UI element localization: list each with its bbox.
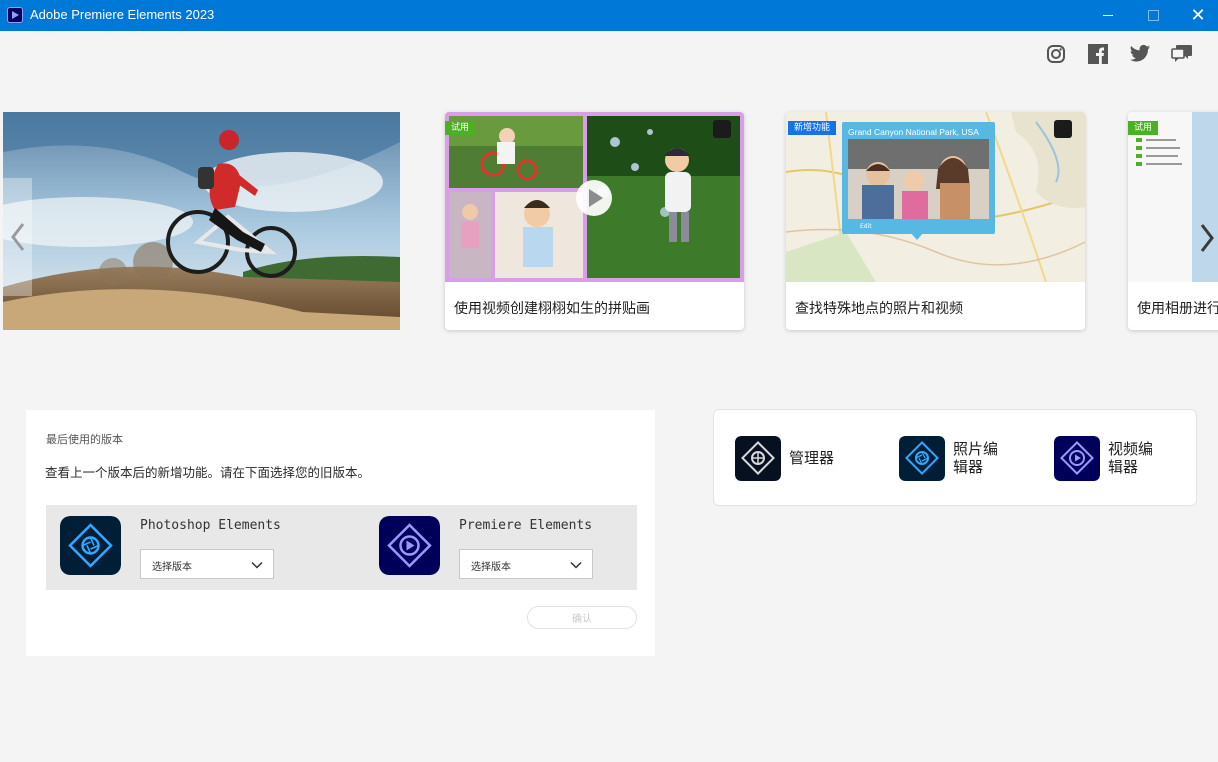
launcher-panel: 管理器 照片编 辑器 视频编 辑器 bbox=[713, 409, 1197, 506]
launcher-label: 管理器 bbox=[789, 449, 835, 467]
card-caption: 使用相册进行 bbox=[1137, 301, 1218, 317]
premiere-elements-small-icon bbox=[713, 120, 731, 138]
launcher-label: 辑器 bbox=[953, 458, 984, 476]
launcher-label: 辑器 bbox=[1108, 458, 1139, 476]
launcher-label: 视频编 bbox=[1108, 440, 1154, 458]
photoshop-elements-icon bbox=[60, 516, 121, 575]
photo-editor-launch-button[interactable]: 照片编 辑器 bbox=[899, 436, 1019, 482]
product-name: Premiere Elements bbox=[459, 518, 593, 533]
panel-heading: 最后使用的版本 bbox=[46, 433, 123, 446]
map-thumbnail: 新增功能 Grand Canyon National Park, USA Edi… bbox=[786, 112, 1085, 282]
family-photo bbox=[848, 139, 989, 219]
video-editor-launch-button[interactable]: 视频编 辑器 bbox=[1054, 436, 1174, 482]
feature-card-video-collage[interactable]: 试用 使用视频创建栩栩如生的拼贴画 bbox=[445, 112, 744, 330]
try-badge: 试用 bbox=[445, 121, 476, 135]
window-title: Adobe Premiere Elements 2023 bbox=[30, 7, 215, 22]
select-label: 选择版本 bbox=[471, 562, 511, 573]
premiere-elements-small-icon bbox=[1054, 120, 1072, 138]
card-caption: 查找特殊地点的照片和视频 bbox=[795, 301, 963, 317]
title-bar: Adobe Premiere Elements 2023 ✕ bbox=[0, 0, 1218, 31]
organizer-icon bbox=[735, 436, 781, 481]
feature-card-places[interactable]: 新增功能 Grand Canyon National Park, USA Edi… bbox=[786, 112, 1085, 330]
mountain-bike-photo bbox=[3, 112, 400, 330]
confirm-button[interactable]: 确认 bbox=[527, 606, 637, 629]
photoshop-version-select[interactable]: 选择版本 bbox=[140, 549, 274, 579]
chevron-down-icon bbox=[251, 561, 263, 569]
collage-thumbnail: 试用 bbox=[445, 112, 744, 282]
photo-editor-icon bbox=[899, 436, 945, 481]
new-feature-badge: 新增功能 bbox=[788, 121, 837, 135]
map-edit-label: Edit bbox=[860, 223, 872, 230]
previous-versions-panel: 最后使用的版本 查看上一个版本后的新增功能。请在下面选择您的旧版本。 Photo… bbox=[26, 410, 655, 656]
chevron-down-icon bbox=[570, 561, 582, 569]
product-name: Photoshop Elements bbox=[140, 518, 281, 533]
premiere-version-select[interactable]: 选择版本 bbox=[459, 549, 593, 579]
organizer-launch-button[interactable]: 管理器 bbox=[735, 436, 855, 482]
video-editor-icon bbox=[1054, 436, 1100, 481]
instagram-icon[interactable] bbox=[1045, 44, 1067, 64]
maximize-button[interactable] bbox=[1130, 0, 1176, 31]
close-button[interactable]: ✕ bbox=[1175, 0, 1218, 31]
popup-pointer bbox=[910, 232, 924, 240]
carousel-next-button[interactable] bbox=[1196, 218, 1218, 258]
facebook-icon[interactable] bbox=[1087, 44, 1109, 64]
product-selector-row: Photoshop Elements 选择版本 Premiere Element… bbox=[46, 505, 637, 590]
card-caption: 使用视频创建栩栩如生的拼贴画 bbox=[454, 301, 650, 317]
play-icon[interactable] bbox=[575, 179, 613, 217]
chevron-right-icon bbox=[1200, 224, 1214, 252]
premiere-elements-icon bbox=[379, 516, 440, 575]
panel-description: 查看上一个版本后的新增功能。请在下面选择您的旧版本。 bbox=[45, 465, 371, 480]
map-location-title: Grand Canyon National Park, USA bbox=[848, 127, 979, 137]
community-icon[interactable] bbox=[1171, 44, 1193, 64]
select-label: 选择版本 bbox=[152, 562, 192, 573]
carousel-prev-button[interactable] bbox=[3, 178, 32, 296]
app-icon bbox=[7, 7, 23, 23]
try-badge: 试用 bbox=[1128, 121, 1159, 135]
minimize-button[interactable] bbox=[1085, 0, 1131, 31]
launcher-label: 照片编 bbox=[953, 440, 999, 458]
twitter-icon[interactable] bbox=[1129, 44, 1151, 64]
hero-banner[interactable] bbox=[3, 112, 400, 330]
map-photo-popup: Grand Canyon National Park, USA Edit bbox=[842, 122, 995, 234]
chevron-left-icon bbox=[10, 223, 24, 251]
